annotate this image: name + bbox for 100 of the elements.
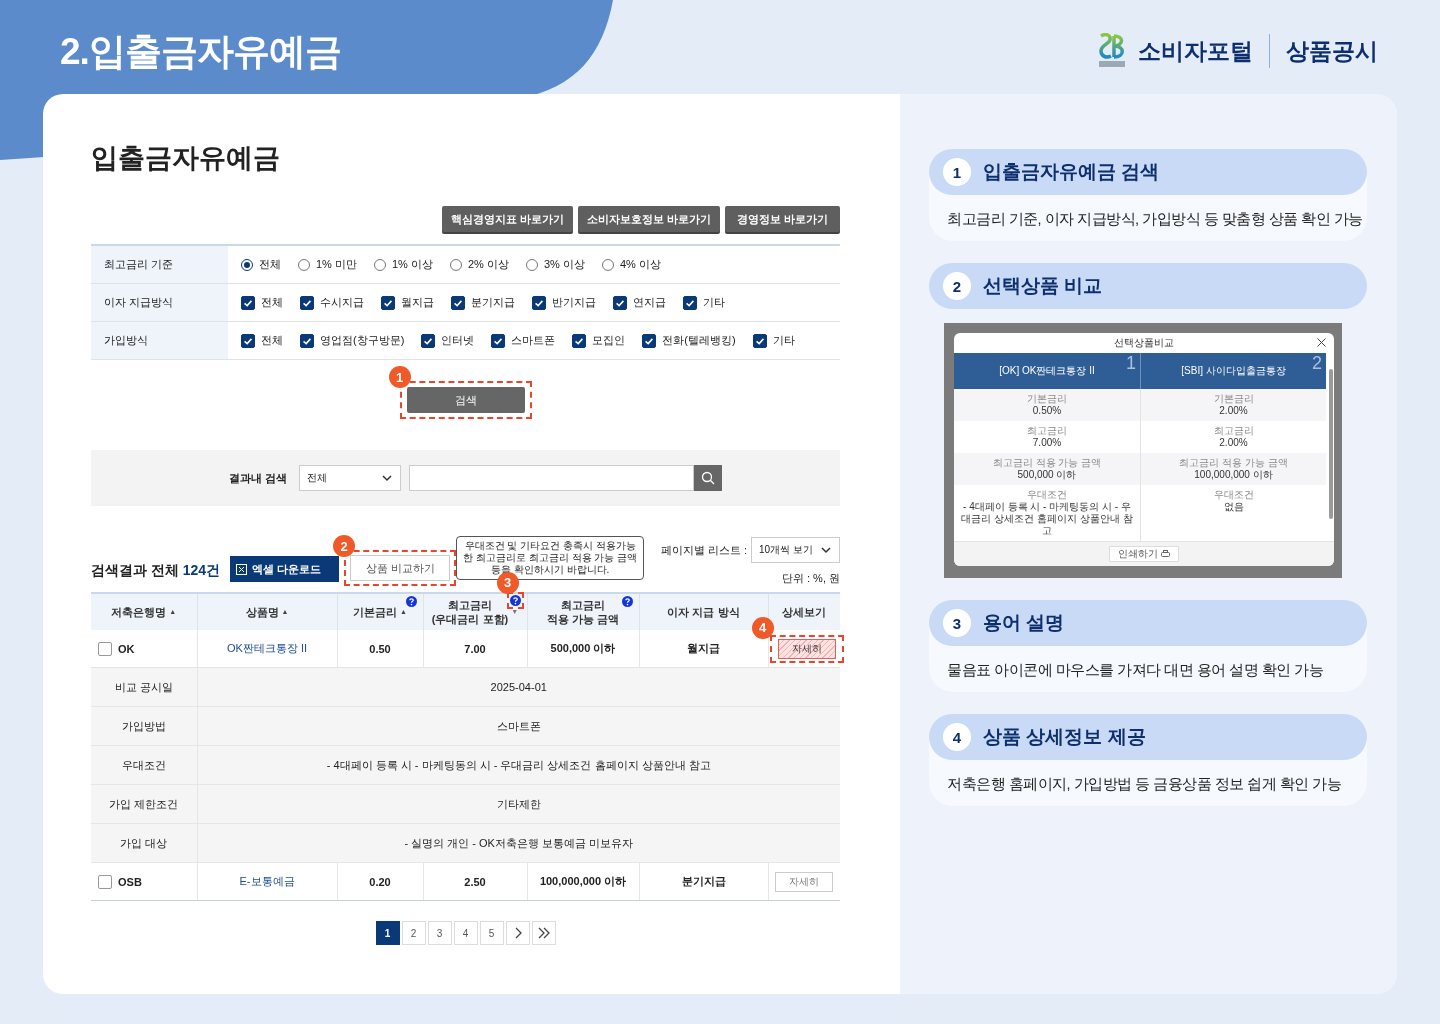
chevron-down-icon [381,473,394,483]
print-button[interactable]: 인쇄하기 [1109,546,1179,562]
field-value: 없음 [1222,501,1245,513]
compare-button[interactable]: 상품 비교하기 [350,555,451,581]
option-label[interactable]: 3% 이상 [543,257,585,272]
page-heading: 입출금자유예금 [91,142,281,175]
checkbox[interactable] [98,874,112,889]
page-button[interactable]: 1 [375,921,400,945]
field-label: 최고금리 적용 가능 금액 [991,457,1103,469]
checkbox[interactable] [491,333,506,348]
option-label[interactable]: 스마트폰 [511,333,556,348]
search-button[interactable]: 검색 [406,387,525,413]
option-label[interactable]: 모집인 [592,333,626,348]
checkbox[interactable] [241,295,255,310]
checkbox[interactable] [421,333,436,348]
column-header[interactable]: 저축은행명 [111,605,167,619]
option-label[interactable]: 인터넷 [441,333,475,348]
product-link[interactable]: OK짠테크통장 II [226,642,308,654]
checkbox[interactable] [613,295,627,310]
detail-button[interactable]: 자세히 [777,638,836,659]
option-label[interactable]: 1% 이상 [391,257,433,272]
field-value: 7.00% [1031,437,1063,449]
field-label: 최고금리 적용 가능 금액 [1178,457,1289,469]
option-label[interactable]: 반기지급 [552,295,596,310]
option-label[interactable]: 분기지급 [471,295,515,310]
field-label: 최고금리 [1026,425,1068,437]
filter-label: 가입방식 [91,322,228,359]
section-name[interactable]: 상품공시 [1286,35,1378,67]
column-header[interactable]: 기본금리 [353,605,398,619]
page-title: 2.입출금자유예금 [60,30,341,74]
field-label: 기본금리 [1026,393,1068,405]
checkbox[interactable] [752,333,767,348]
checkbox[interactable] [381,295,395,310]
checkbox[interactable] [98,641,112,656]
step-number: 3 [943,609,971,637]
step-title: 입출금자유예금 검색 [983,160,1160,184]
detail-value: - 실명의 개인 - OK저축은행 보통예금 미보유자 [197,823,840,863]
search-field[interactable] [409,465,695,491]
page-button[interactable]: 3 [427,921,452,945]
detail-value: - 4대페이 등록 시 - 마케팅동의 시 - 우대금리 상세조건 홈페이지 상품안내 참고 [197,745,840,785]
option-label[interactable]: 전화(텔레뱅킹) [662,333,736,348]
shortcut-button[interactable]: 핵심경영지표 바로가기 [441,206,573,232]
product-link[interactable]: E-보통예금 [239,875,295,887]
step-number: 1 [943,158,971,186]
field-label: 우대조건 [1212,489,1255,501]
page-button[interactable]: 5 [479,921,504,945]
option-label[interactable]: 2% 이상 [467,257,509,272]
table-cell: 7.00 [423,630,527,668]
option-label[interactable]: 4% 이상 [619,257,661,272]
table-cell: 분기지급 [639,862,768,901]
step-number: 2 [943,272,971,300]
option-label[interactable]: 기타 [703,295,725,310]
page-button[interactable]: 2 [401,921,426,945]
option-label[interactable]: 영업점(창구방문) [320,333,405,348]
product-name: [OK] OK짠테크통장 II [999,364,1095,378]
shortcut-button[interactable]: 소비자보호정보 바로가기 [577,206,720,232]
option-label[interactable]: 전체 [261,295,283,310]
checkbox[interactable] [300,333,314,348]
detail-label: 우대조건 [91,745,197,785]
option-label[interactable]: 기타 [772,333,795,348]
search-submit-button[interactable] [694,465,723,491]
column-header[interactable]: 상품명 [245,605,279,619]
field-value: 100,000,000 이하 [1193,469,1274,481]
detail-label: 비교 공시일 [91,667,197,707]
field-label: 기본금리 [1212,393,1255,405]
logo-icon [1098,33,1126,69]
scope-select[interactable]: 전체 [299,465,402,491]
table-cell: 500,000 이하 [527,630,639,668]
page-size-select[interactable]: 10개씩 보기 [751,537,840,563]
option-label[interactable]: 수시지급 [320,295,364,310]
step-marker: 1 [388,366,411,388]
checkbox[interactable] [532,295,546,310]
checkbox[interactable] [241,333,255,348]
page-button[interactable]: 4 [453,921,478,945]
option-label[interactable]: 전체 [259,257,281,272]
detail-value: 2025-04-01 [197,667,840,707]
step-title: 선택상품 비교 [983,274,1103,298]
checkbox[interactable] [300,295,314,310]
checkbox[interactable] [451,295,465,310]
checkbox[interactable] [642,333,657,348]
brand-name[interactable]: 소비자포털 [1138,35,1253,67]
search-label: 결과내 검색 [229,470,288,486]
detail-button[interactable]: 자세히 [775,871,834,892]
product-name: [SBI] 사이다입출금통장 [1181,364,1286,378]
double-chevron-right-icon [536,927,551,939]
checkbox[interactable] [572,333,587,348]
field-value: 500,000 이하 [1016,469,1078,481]
excel-download-button[interactable]: 엑셀 다운로드 [230,556,340,582]
checkbox[interactable] [683,295,697,310]
column-header[interactable]: 최고금리 (우대금리 포함) [431,598,509,626]
option-label[interactable]: 연지급 [633,295,666,310]
detail-label: 가입 제한조건 [91,784,197,824]
option-label[interactable]: 1% 미만 [316,257,357,272]
last-page-button[interactable] [531,921,556,945]
table-cell: 100,000,000 이하 [527,862,639,901]
shortcut-button[interactable]: 경영정보 바로가기 [725,206,840,232]
option-label[interactable]: 월지급 [401,295,434,310]
field-value: - 4대페이 등록 시 - 마케팅동의 시 - 우대금리 상세조건 홈페이지 상품안내 참고 [960,501,1134,537]
column-number: 1 [1126,353,1136,374]
option-label[interactable]: 전체 [261,333,283,348]
